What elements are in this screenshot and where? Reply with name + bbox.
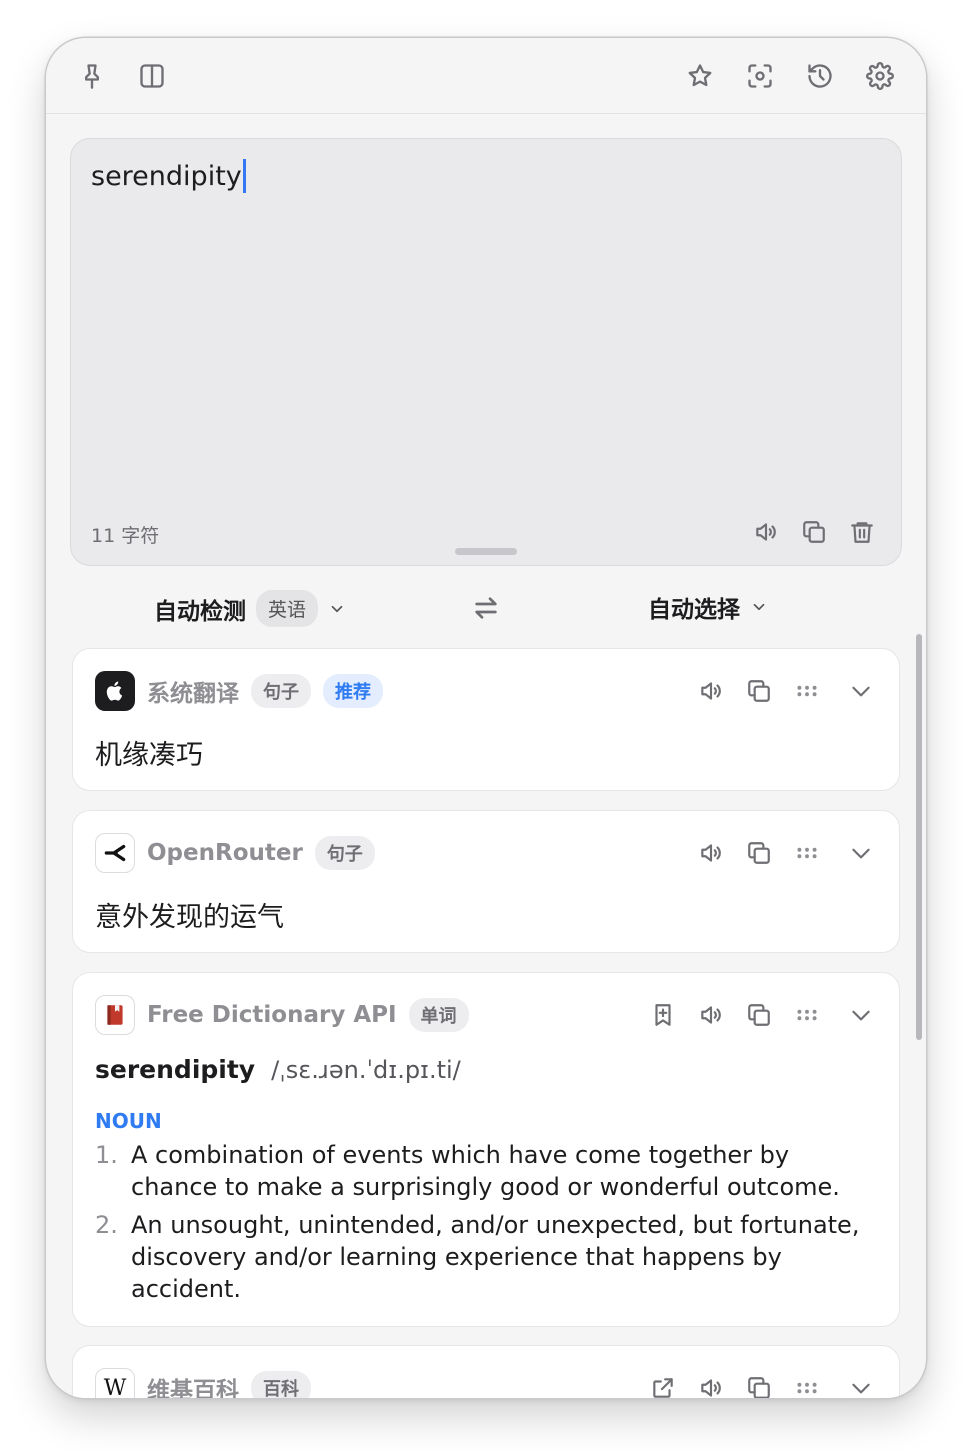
screenshot-ocr-icon[interactable]: [744, 60, 776, 92]
chevron-down-icon[interactable]: [845, 675, 877, 707]
toolbar: [46, 38, 926, 114]
copy-icon[interactable]: [743, 999, 775, 1031]
copy-icon[interactable]: [743, 1372, 775, 1398]
target-language-selector[interactable]: 自动选择: [648, 590, 768, 624]
service-name: 系统翻译: [147, 681, 239, 707]
dictionary-headword: serendipity /ˌsɛ.ɹən.ˈdɪ.pɪ.ti/: [95, 1055, 461, 1084]
phonetic: /ˌsɛ.ɹən.ˈdɪ.pɪ.ti/: [271, 1056, 461, 1084]
type-badge: 百科: [251, 1371, 311, 1398]
service-name: Free Dictionary API: [147, 1002, 397, 1028]
trash-icon[interactable]: [847, 517, 877, 547]
source-text-input[interactable]: serendipity 11 字符: [70, 138, 902, 566]
pin-icon[interactable]: [76, 60, 108, 92]
part-of-speech: NOUN: [95, 1109, 162, 1133]
card-header: 系统翻译 句子 推荐: [95, 671, 877, 711]
card-header: OpenRouter 句子: [95, 833, 877, 873]
source-text[interactable]: serendipity: [91, 159, 246, 193]
card-header: Free Dictionary API 单词: [95, 995, 877, 1035]
char-count: 11 字符: [91, 525, 160, 547]
recommended-badge: 推荐: [323, 674, 383, 708]
source-text-value: serendipity: [91, 160, 242, 192]
service-name: 维基百科: [147, 1378, 239, 1398]
language-bar: 自动检测 英语 自动选择: [46, 586, 926, 630]
result-card-free-dictionary: Free Dictionary API 单词 serendipity /ˌsɛ.…: [72, 972, 900, 1327]
card-actions: [679, 837, 877, 869]
swap-languages-icon[interactable]: [470, 592, 502, 624]
drag-handle-icon[interactable]: [791, 675, 823, 707]
drag-handle-icon[interactable]: [791, 999, 823, 1031]
translator-window: serendipity 11 字符 自动检测 英语 自动选择 系统翻译 句子 推…: [46, 38, 926, 1398]
speaker-icon[interactable]: [695, 1372, 727, 1398]
speaker-icon[interactable]: [751, 517, 781, 547]
star-icon[interactable]: [684, 60, 716, 92]
copy-icon[interactable]: [743, 837, 775, 869]
definition-text: An unsought, unintended, and/or unexpect…: [131, 1211, 860, 1303]
type-badge: 句子: [251, 674, 311, 708]
chevron-down-icon[interactable]: [845, 1372, 877, 1398]
detected-language-badge: 英语: [256, 590, 319, 627]
external-link-icon[interactable]: [647, 1372, 679, 1398]
history-icon[interactable]: [804, 60, 836, 92]
speaker-icon[interactable]: [695, 999, 727, 1031]
sidebar-icon[interactable]: [136, 60, 168, 92]
bookmark-add-icon[interactable]: [647, 999, 679, 1031]
gear-icon[interactable]: [864, 60, 896, 92]
resize-handle[interactable]: [455, 548, 517, 555]
definition-list: 1. A combination of events which have co…: [95, 1139, 875, 1311]
definition-item: 1. A combination of events which have co…: [95, 1139, 875, 1203]
translation-result: 意外发现的运气: [95, 902, 284, 933]
definition-item: 2. An unsought, unintended, and/or unexp…: [95, 1209, 875, 1305]
service-name: OpenRouter: [147, 840, 303, 866]
results-list: 系统翻译 句子 推荐 机缘凑巧 OpenRouter 句子 意外发现的运气 Fr…: [46, 648, 926, 1398]
dictionary-book-icon: [95, 995, 135, 1035]
copy-icon[interactable]: [743, 675, 775, 707]
translation-result: 机缘凑巧: [95, 740, 203, 771]
apple-logo-icon: [95, 671, 135, 711]
text-caret: [242, 159, 246, 193]
source-language-label: 自动检测: [154, 598, 246, 625]
drag-handle-icon[interactable]: [791, 837, 823, 869]
card-actions: [631, 1372, 877, 1398]
drag-handle-icon[interactable]: [791, 1372, 823, 1398]
definition-number: 1.: [95, 1141, 118, 1169]
result-card-system-translate: 系统翻译 句子 推荐 机缘凑巧: [72, 648, 900, 791]
speaker-icon[interactable]: [695, 675, 727, 707]
copy-icon[interactable]: [799, 517, 829, 547]
openrouter-logo-icon: [95, 833, 135, 873]
type-badge: 句子: [314, 836, 375, 870]
definition-text: A combination of events which have come …: [131, 1141, 840, 1201]
chevron-down-icon: [331, 605, 343, 612]
chevron-down-icon: [753, 603, 765, 611]
chevron-down-icon[interactable]: [845, 837, 877, 869]
result-card-wikipedia: W 维基百科 百科: [72, 1345, 900, 1398]
definition-number: 2.: [95, 1211, 118, 1239]
source-language-selector[interactable]: 自动检测 英语: [154, 590, 346, 627]
speaker-icon[interactable]: [695, 837, 727, 869]
wikipedia-logo-icon: W: [95, 1368, 135, 1398]
card-actions: [631, 999, 877, 1031]
chevron-down-icon[interactable]: [845, 999, 877, 1031]
target-language-label: 自动选择: [648, 597, 740, 623]
card-header: W 维基百科 百科: [95, 1368, 877, 1398]
type-badge: 单词: [408, 998, 469, 1032]
result-card-openrouter: OpenRouter 句子 意外发现的运气: [72, 810, 900, 953]
card-actions: [679, 675, 877, 707]
headword: serendipity: [95, 1055, 256, 1084]
